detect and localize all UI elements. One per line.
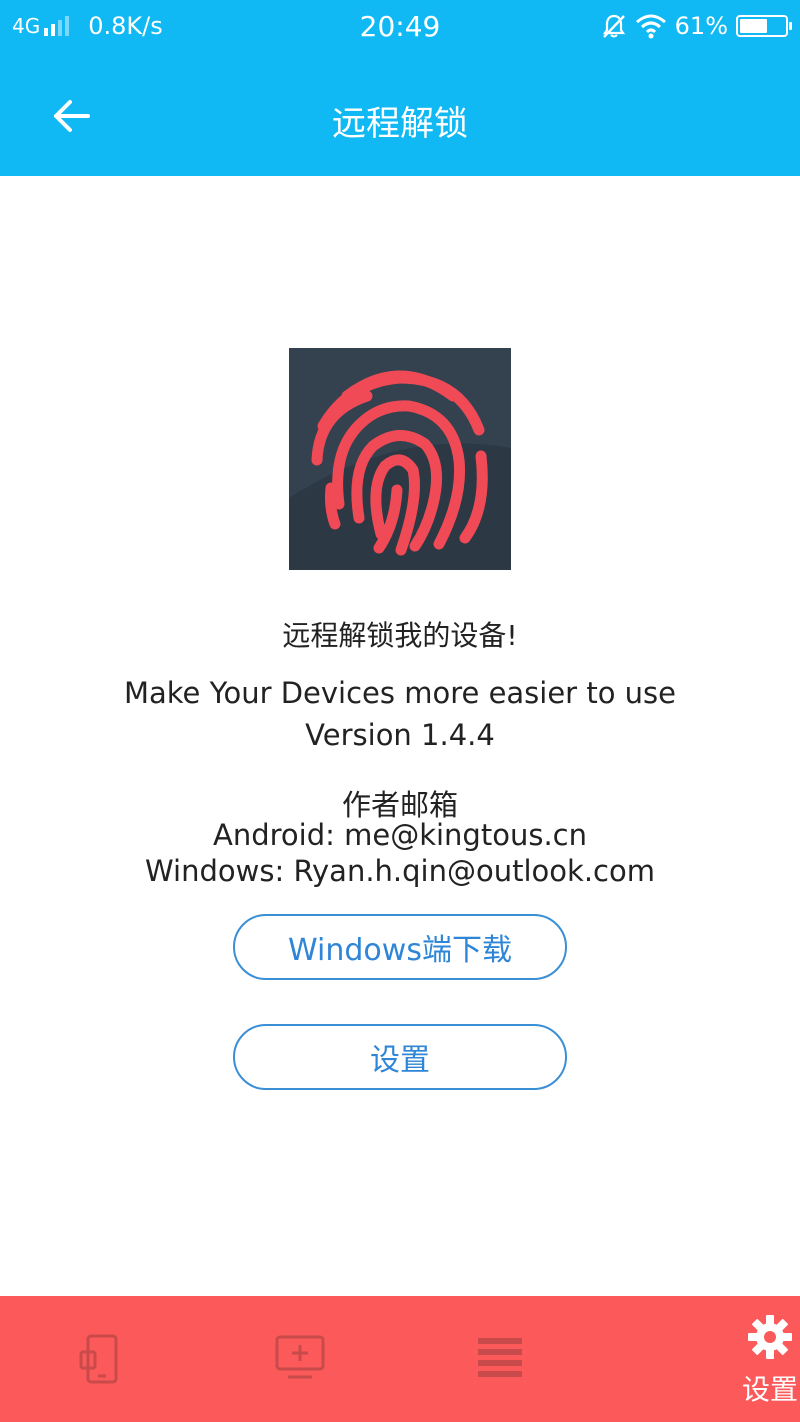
phone-icon (79, 1334, 118, 1384)
monitor-add-icon (275, 1335, 325, 1379)
nav-tab-devices[interactable] (0, 1296, 200, 1422)
app-tagline: 远程解锁我的设备! (282, 619, 518, 652)
about-content: 远程解锁我的设备! Make Your Devices more easier … (0, 176, 800, 1296)
app-logo (289, 348, 511, 570)
settings-button[interactable]: 设置 (233, 1024, 567, 1090)
status-bar: 4G 0.8K/s 20:49 61% (0, 0, 800, 56)
nav-tab-list[interactable] (400, 1296, 600, 1422)
author-email-android: Android: me@kingtous.cn (213, 818, 587, 852)
battery-fill (740, 19, 767, 33)
battery-icon (736, 15, 792, 37)
app-bar: 远程解锁 (0, 56, 800, 176)
author-email-windows: Windows: Ryan.h.qin@outlook.com (145, 854, 655, 888)
status-right: 61% (601, 12, 792, 40)
app-version: Version 1.4.4 (305, 718, 495, 752)
windows-download-button[interactable]: Windows端下载 (233, 914, 567, 980)
list-icon (478, 1338, 522, 1377)
fingerprint-icon (289, 370, 511, 570)
nav-label-settings: 设置 (741, 1373, 798, 1406)
nav-tab-add-computer[interactable] (200, 1296, 400, 1422)
page-title: 远程解锁 (332, 104, 468, 144)
app-slogan: Make Your Devices more easier to use (123, 676, 676, 710)
gear-icon (748, 1315, 792, 1359)
wifi-icon (635, 14, 666, 39)
bottom-nav: 设置 (0, 1296, 800, 1422)
bell-off-icon (602, 14, 625, 38)
battery-percent: 61% (674, 12, 728, 40)
nav-tab-settings[interactable]: 设置 (600, 1296, 800, 1422)
